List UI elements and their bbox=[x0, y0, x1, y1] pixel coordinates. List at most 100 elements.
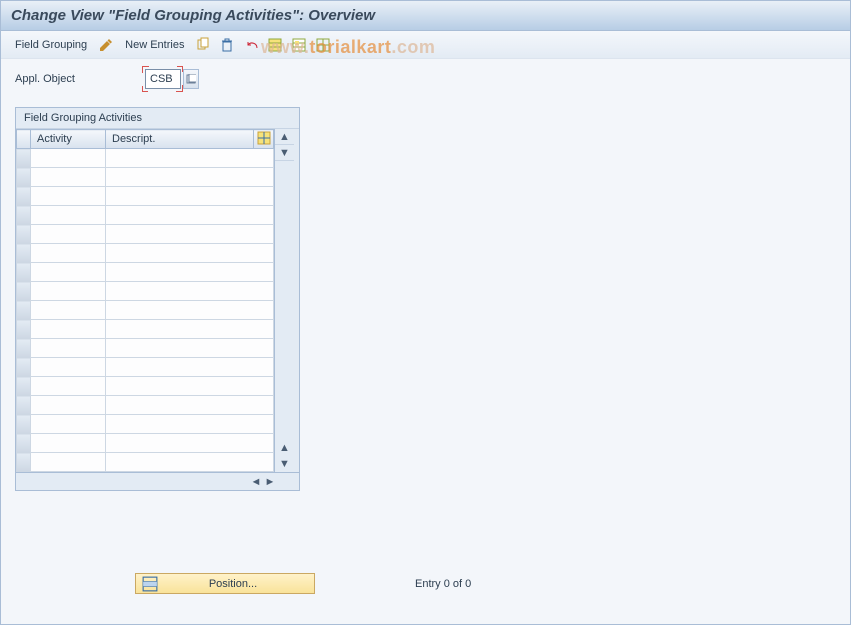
cell-activity[interactable] bbox=[31, 453, 106, 472]
row-selector[interactable] bbox=[17, 244, 31, 263]
cell-activity[interactable] bbox=[31, 358, 106, 377]
table-row[interactable] bbox=[17, 149, 274, 168]
scroll-up-bottom-icon[interactable]: ▲ bbox=[275, 440, 294, 456]
cell-descript[interactable] bbox=[106, 225, 274, 244]
deselect-all-icon[interactable] bbox=[290, 36, 308, 54]
row-selector[interactable] bbox=[17, 187, 31, 206]
cell-descript[interactable] bbox=[106, 415, 274, 434]
row-selector[interactable] bbox=[17, 301, 31, 320]
table-row[interactable] bbox=[17, 168, 274, 187]
row-selector[interactable] bbox=[17, 453, 31, 472]
cell-activity[interactable] bbox=[31, 301, 106, 320]
table-body bbox=[17, 149, 274, 472]
copy-icon[interactable] bbox=[194, 36, 212, 54]
cell-activity[interactable] bbox=[31, 206, 106, 225]
field-grouping-panel: Field Grouping Activities Activity Descr… bbox=[15, 107, 300, 491]
configure-columns-icon[interactable] bbox=[254, 130, 274, 149]
cell-descript[interactable] bbox=[106, 149, 274, 168]
table-row[interactable] bbox=[17, 225, 274, 244]
col-activity[interactable]: Activity bbox=[31, 130, 106, 149]
table-row[interactable] bbox=[17, 453, 274, 472]
cell-activity[interactable] bbox=[31, 396, 106, 415]
table-row[interactable] bbox=[17, 206, 274, 225]
table-settings-icon[interactable] bbox=[314, 36, 332, 54]
cell-activity[interactable] bbox=[31, 339, 106, 358]
table-row[interactable] bbox=[17, 244, 274, 263]
title-bar: Change View "Field Grouping Activities":… bbox=[1, 1, 850, 31]
cell-descript[interactable] bbox=[106, 453, 274, 472]
row-selector[interactable] bbox=[17, 225, 31, 244]
table-row[interactable] bbox=[17, 339, 274, 358]
table-row[interactable] bbox=[17, 415, 274, 434]
position-button[interactable]: Position... bbox=[135, 573, 315, 594]
table-row[interactable] bbox=[17, 396, 274, 415]
cell-descript[interactable] bbox=[106, 187, 274, 206]
row-selector[interactable] bbox=[17, 168, 31, 187]
row-selector[interactable] bbox=[17, 282, 31, 301]
cell-descript[interactable] bbox=[106, 320, 274, 339]
table-row[interactable] bbox=[17, 282, 274, 301]
cell-activity[interactable] bbox=[31, 263, 106, 282]
edit-icon[interactable] bbox=[97, 36, 115, 54]
cell-activity[interactable] bbox=[31, 320, 106, 339]
cell-descript[interactable] bbox=[106, 301, 274, 320]
row-selector[interactable] bbox=[17, 339, 31, 358]
cell-activity[interactable] bbox=[31, 168, 106, 187]
cell-descript[interactable] bbox=[106, 244, 274, 263]
cell-activity[interactable] bbox=[31, 282, 106, 301]
cell-activity[interactable] bbox=[31, 149, 106, 168]
scroll-left-icon[interactable]: ◄ bbox=[249, 475, 263, 489]
cell-descript[interactable] bbox=[106, 282, 274, 301]
appl-object-label: Appl. Object bbox=[15, 73, 145, 85]
position-button-label: Position... bbox=[188, 578, 278, 590]
horizontal-scrollbar[interactable]: ◄ ► bbox=[16, 472, 299, 490]
scroll-track[interactable] bbox=[275, 161, 294, 440]
row-selector[interactable] bbox=[17, 320, 31, 339]
cell-activity[interactable] bbox=[31, 434, 106, 453]
col-descript[interactable]: Descript. bbox=[106, 130, 254, 149]
row-selector[interactable] bbox=[17, 206, 31, 225]
row-selector[interactable] bbox=[17, 434, 31, 453]
row-selector[interactable] bbox=[17, 263, 31, 282]
new-entries-menu[interactable]: New Entries bbox=[121, 37, 188, 53]
table-row[interactable] bbox=[17, 263, 274, 282]
select-all-icon[interactable] bbox=[266, 36, 284, 54]
delete-icon[interactable] bbox=[218, 36, 236, 54]
table-row[interactable] bbox=[17, 434, 274, 453]
row-selector[interactable] bbox=[17, 377, 31, 396]
bottom-row: Position... Entry 0 of 0 bbox=[15, 573, 836, 594]
cell-descript[interactable] bbox=[106, 339, 274, 358]
row-selector[interactable] bbox=[17, 396, 31, 415]
cell-activity[interactable] bbox=[31, 225, 106, 244]
appl-object-input[interactable] bbox=[145, 69, 181, 89]
cell-descript[interactable] bbox=[106, 263, 274, 282]
row-selector[interactable] bbox=[17, 149, 31, 168]
cell-activity[interactable] bbox=[31, 244, 106, 263]
scroll-right-icon[interactable]: ► bbox=[263, 475, 277, 489]
table-row[interactable] bbox=[17, 358, 274, 377]
row-selector-header[interactable] bbox=[17, 130, 31, 149]
cell-descript[interactable] bbox=[106, 206, 274, 225]
scroll-down-bottom-icon[interactable]: ▼ bbox=[275, 456, 294, 472]
row-selector[interactable] bbox=[17, 415, 31, 434]
row-selector[interactable] bbox=[17, 358, 31, 377]
cell-activity[interactable] bbox=[31, 187, 106, 206]
table-wrap: Activity Descript. ▲ ▼ ▲ ▼ bbox=[16, 129, 299, 472]
table-row[interactable] bbox=[17, 301, 274, 320]
cell-activity[interactable] bbox=[31, 415, 106, 434]
cell-activity[interactable] bbox=[31, 377, 106, 396]
scroll-up-icon[interactable]: ▲ bbox=[275, 129, 294, 145]
cell-descript[interactable] bbox=[106, 396, 274, 415]
vertical-scrollbar[interactable]: ▲ ▼ ▲ ▼ bbox=[274, 129, 294, 472]
scroll-down-icon[interactable]: ▼ bbox=[275, 145, 294, 161]
table-row[interactable] bbox=[17, 320, 274, 339]
table-row[interactable] bbox=[17, 187, 274, 206]
cell-descript[interactable] bbox=[106, 168, 274, 187]
cell-descript[interactable] bbox=[106, 358, 274, 377]
undo-icon[interactable] bbox=[242, 36, 260, 54]
search-help-icon[interactable] bbox=[183, 69, 199, 89]
table-row[interactable] bbox=[17, 377, 274, 396]
cell-descript[interactable] bbox=[106, 434, 274, 453]
cell-descript[interactable] bbox=[106, 377, 274, 396]
field-grouping-menu[interactable]: Field Grouping bbox=[11, 37, 91, 53]
